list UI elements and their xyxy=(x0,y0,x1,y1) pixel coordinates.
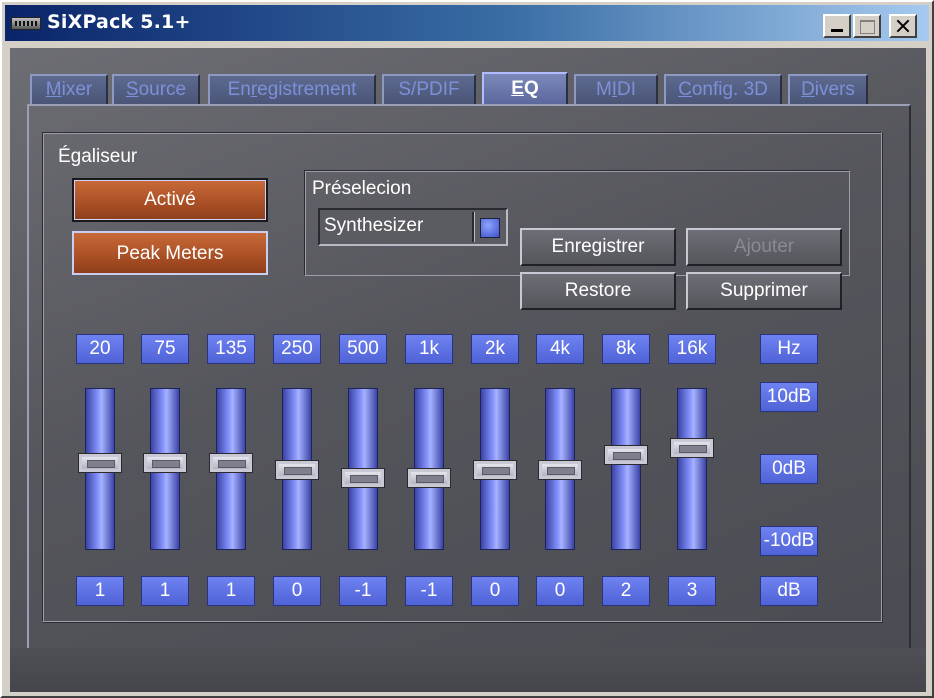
app-icon[interactable] xyxy=(11,17,41,30)
preset-group-label: Préselecion xyxy=(312,178,412,199)
maximize-button[interactable] xyxy=(853,14,881,38)
scale-top-label: 10dB xyxy=(760,382,818,412)
peak-meters-button[interactable]: Peak Meters xyxy=(72,231,268,275)
band-gain-value: 0 xyxy=(471,576,519,606)
band-frequency-label: 16k xyxy=(668,334,716,364)
unit-hz-label: Hz xyxy=(760,334,818,364)
tab-label-part: onfig. 3D xyxy=(691,79,768,100)
tab-midi[interactable]: MIDI xyxy=(574,74,658,104)
band-slider-thumb[interactable] xyxy=(604,445,648,465)
client-area: Mixer Source Enregistrement S/PDIF EQ MIDI Con… xyxy=(10,48,926,692)
band-slider-thumb[interactable] xyxy=(341,467,385,488)
status-strip xyxy=(10,648,926,692)
tab-divers[interactable]: Divers xyxy=(788,74,868,104)
tab-eq[interactable]: EQ xyxy=(482,72,568,106)
title-bar[interactable]: SiXPack 5.1+ xyxy=(5,5,929,41)
save-preset-button[interactable]: Enregistrer xyxy=(520,228,676,266)
tab-label-accelerator: C xyxy=(678,79,692,100)
band-frequency-label: 20 xyxy=(76,334,124,364)
tab-mixer[interactable]: Mixer xyxy=(30,74,108,104)
minimize-button[interactable] xyxy=(823,14,851,38)
band-slider-thumb[interactable] xyxy=(670,437,714,458)
band-gain-value: 1 xyxy=(76,576,124,606)
band-slider-thumb[interactable] xyxy=(407,467,451,488)
band-slider-thumb[interactable] xyxy=(78,452,122,473)
tab-label-accelerator: E xyxy=(511,78,524,99)
preset-divider xyxy=(472,212,474,242)
tab-spdif[interactable]: S/PDIF xyxy=(382,74,476,104)
scale-middle-label: 0dB xyxy=(760,454,818,484)
scale-bottom-label: -10dB xyxy=(760,526,818,556)
preset-selected-value: Synthesizer xyxy=(324,215,424,236)
tab-label-part: ource xyxy=(138,79,187,100)
band-frequency-label: 8k xyxy=(602,334,650,364)
tab-config-3d[interactable]: Config. 3D xyxy=(664,74,782,104)
unit-db-label: dB xyxy=(760,576,818,606)
activate-button[interactable]: Activé xyxy=(72,178,268,222)
band-gain-value: 2 xyxy=(602,576,650,606)
band-gain-value: 0 xyxy=(273,576,321,606)
equalizer-group-label: Égaliseur xyxy=(58,146,138,167)
preset-select[interactable]: Synthesizer xyxy=(318,208,508,246)
tab-label-part: DI xyxy=(617,79,637,100)
app-window: SiXPack 5.1+ Mixer Source Enregistrement S/… xyxy=(0,0,934,698)
tab-label-part: En xyxy=(227,79,251,100)
band-frequency-label: 1k xyxy=(405,334,453,364)
tab-label-accelerator: M xyxy=(45,79,62,100)
tab-label-accelerator: D xyxy=(801,79,815,100)
tab-label-part: ivers xyxy=(814,79,855,100)
tab-label-part: M xyxy=(595,79,612,100)
band-slider-track[interactable] xyxy=(677,388,707,550)
tab-label-part: ixer xyxy=(61,79,93,100)
band-slider-track[interactable] xyxy=(611,388,641,550)
band-slider-thumb[interactable] xyxy=(209,452,253,473)
band-frequency-label: 135 xyxy=(207,334,255,364)
close-button[interactable] xyxy=(889,14,917,38)
band-frequency-label: 75 xyxy=(141,334,189,364)
band-gain-value: 1 xyxy=(207,576,255,606)
tab-enregistrement[interactable]: Enregistrement xyxy=(208,74,376,104)
tab-label-part: egistrement xyxy=(257,79,357,100)
band-gain-value: 3 xyxy=(668,576,716,606)
band-gain-value: 1 xyxy=(141,576,189,606)
band-frequency-label: 500 xyxy=(339,334,387,364)
tab-label-part: S/PDIF xyxy=(398,79,460,100)
band-frequency-label: 250 xyxy=(273,334,321,364)
restore-preset-button[interactable]: Restore xyxy=(520,272,676,310)
band-slider-thumb[interactable] xyxy=(538,460,582,480)
band-slider-thumb[interactable] xyxy=(275,460,319,480)
band-frequency-label: 4k xyxy=(536,334,584,364)
delete-preset-button[interactable]: Supprimer xyxy=(686,272,842,310)
band-gain-value: 0 xyxy=(536,576,584,606)
tab-label-part: Q xyxy=(523,78,539,99)
add-preset-button[interactable]: Ajouter xyxy=(686,228,842,266)
band-slider-thumb[interactable] xyxy=(473,460,517,480)
tab-source[interactable]: Source xyxy=(112,74,200,104)
dropdown-arrow-icon[interactable] xyxy=(480,218,500,238)
band-gain-value: -1 xyxy=(405,576,453,606)
band-gain-value: -1 xyxy=(339,576,387,606)
band-frequency-label: 2k xyxy=(471,334,519,364)
tab-label-accelerator: S xyxy=(125,79,139,100)
band-slider-thumb[interactable] xyxy=(143,452,187,473)
window-title: SiXPack 5.1+ xyxy=(47,11,191,33)
